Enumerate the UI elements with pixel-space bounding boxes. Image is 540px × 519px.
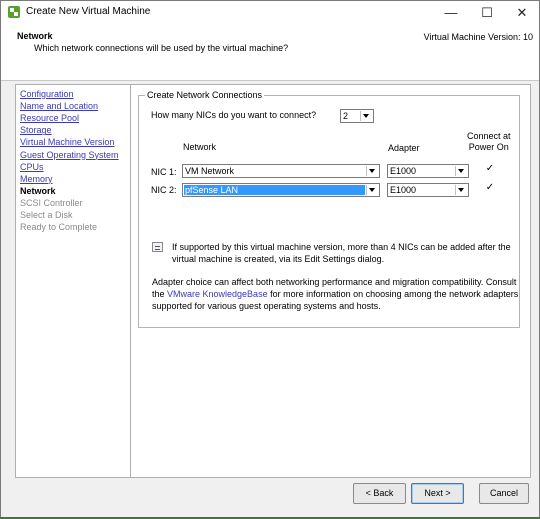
chevron-down-icon[interactable] xyxy=(455,185,467,195)
sidebar-item-guest-operating-system[interactable]: Guest Operating System xyxy=(20,150,119,161)
cancel-button[interactable]: Cancel xyxy=(479,483,529,504)
nic2-adapter-value: E1000 xyxy=(390,185,417,195)
vsphere-app-icon xyxy=(8,6,20,18)
sidebar-item-storage[interactable]: Storage xyxy=(20,125,52,136)
sidebar-item-network: Network xyxy=(20,185,56,196)
info-note-icon xyxy=(152,242,163,252)
adapter-choice-note: Adapter choice can affect both networkin… xyxy=(152,276,518,312)
nic2-label: NIC 2: xyxy=(151,185,177,195)
sidebar-item-cpus[interactable]: CPUs xyxy=(20,162,44,173)
nic-count-select[interactable]: 2 xyxy=(340,109,374,123)
title-bar[interactable]: Create New Virtual Machine — ☐ ✕ xyxy=(1,1,539,24)
nic2-connect-checkbox[interactable]: ✓ xyxy=(485,183,495,193)
chevron-down-icon[interactable] xyxy=(366,185,378,195)
chevron-down-icon[interactable] xyxy=(455,166,467,176)
nic1-adapter-select[interactable]: E1000 xyxy=(387,164,469,178)
nic1-label: NIC 1: xyxy=(151,167,177,177)
sidebar-item-configuration[interactable]: Configuration xyxy=(20,89,74,100)
sidebar-item-virtual-machine-version[interactable]: Virtual Machine Version xyxy=(20,137,114,148)
chevron-down-icon[interactable] xyxy=(360,111,372,121)
nic2-network-value: pfSense LAN xyxy=(184,185,365,195)
sidebar-item-memory[interactable]: Memory xyxy=(20,174,53,185)
adapter-note-line1: Adapter choice can affect both networkin… xyxy=(152,277,517,287)
group-title: Create Network Connections xyxy=(145,90,265,100)
sidebar-item-name-and-location[interactable]: Name and Location xyxy=(20,101,98,112)
minimize-button[interactable]: — xyxy=(434,1,468,24)
sidebar-item-select-a-disk: Select a Disk xyxy=(20,210,73,220)
next-button[interactable]: Next > xyxy=(411,483,464,504)
nic-limit-note-line2: virtual machine is created, via its Edit… xyxy=(172,254,385,264)
sidebar-item-ready-to-complete: Ready to Complete xyxy=(20,222,98,233)
close-button[interactable]: ✕ xyxy=(505,1,539,24)
window-title: Create New Virtual Machine xyxy=(26,6,151,17)
adapter-note-line2: the VMware KnowledgeBase for more inform… xyxy=(152,288,518,300)
sidebar-item-scsi-controller: SCSI Controller xyxy=(20,197,83,208)
adapter-note-line3: supported for various guest operating sy… xyxy=(152,301,381,311)
nic1-network-value: VM Network xyxy=(185,166,235,176)
page-title: Network xyxy=(17,31,53,41)
adapter-note-line2-post: for more information on choosing among t… xyxy=(267,289,519,299)
nic1-network-select[interactable]: VM Network xyxy=(182,164,380,178)
connect-column-header: Connect at Power On xyxy=(467,131,511,152)
nic2-network-select[interactable]: pfSense LAN xyxy=(182,183,380,197)
vm-version-label: Virtual Machine Version: 10 xyxy=(423,32,533,42)
nic-limit-note: If supported by this virtual machine ver… xyxy=(172,241,511,265)
nic1-adapter-value: E1000 xyxy=(390,166,417,176)
adapter-column-header: Adapter xyxy=(388,143,420,153)
nic1-connect-checkbox[interactable]: ✓ xyxy=(485,164,495,174)
wizard-steps-sidebar: Configuration Name and Location Resource P… xyxy=(15,84,131,478)
nic2-adapter-select[interactable]: E1000 xyxy=(387,183,469,197)
page-subtitle: Which network connections will be used b… xyxy=(34,43,289,53)
wizard-header: Network Which network connections will b… xyxy=(1,24,539,81)
network-column-header: Network xyxy=(183,142,217,152)
nic-limit-note-line1: If supported by this virtual machine ver… xyxy=(172,242,511,252)
back-button[interactable]: < Back xyxy=(353,483,406,504)
adapter-note-line2-pre: the xyxy=(152,289,168,299)
chevron-down-icon[interactable] xyxy=(366,166,378,176)
vmware-knowledgebase-link[interactable]: VMware KnowledgeBase xyxy=(167,289,268,299)
nic-count-value: 2 xyxy=(343,111,349,121)
sidebar-item-resource-pool[interactable]: Resource Pool xyxy=(20,113,79,124)
maximize-button[interactable]: ☐ xyxy=(470,1,504,24)
nic-count-question: How many NICs do you want to connect? xyxy=(151,110,317,120)
